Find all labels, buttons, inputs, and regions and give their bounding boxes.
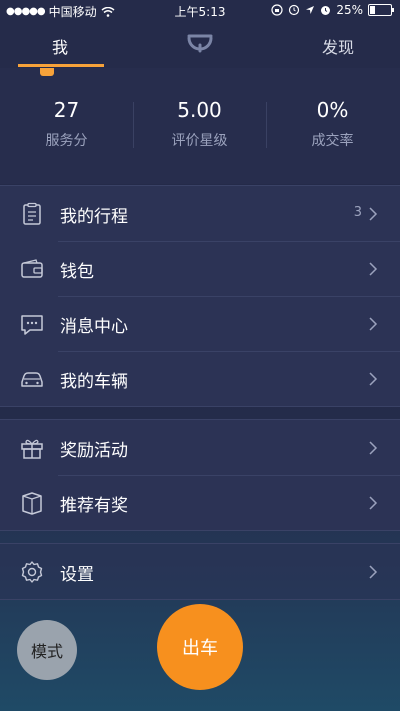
menu-item-label: 设置 [60, 565, 94, 585]
tab-me[interactable]: 我 [20, 34, 100, 58]
status-bar: ●●●●● 中国移动 上午5:13 25% [0, 0, 400, 22]
wallet-icon [21, 259, 43, 278]
lock-rotation-icon [271, 4, 283, 16]
menu-item-rewards[interactable]: 奖励活动 [0, 420, 400, 475]
chevron-right-icon [369, 496, 378, 510]
menu-item-referral[interactable]: 推荐有奖 [0, 475, 400, 530]
app-logo-icon[interactable] [186, 32, 214, 56]
stat-value: 5.00 [177, 98, 222, 122]
stat-label: 成交率 [311, 133, 354, 149]
stat-service-score[interactable]: 27 服务分 [0, 98, 133, 150]
gift-icon [21, 439, 43, 459]
menu-item-label: 我的行程 [60, 207, 128, 227]
car-icon [21, 372, 43, 387]
chevron-right-icon [369, 441, 378, 455]
alarm-icon [289, 4, 300, 16]
battery-percent: 25% [336, 3, 363, 17]
location-arrow-icon [306, 6, 315, 14]
menu-group-settings: 设置 [0, 543, 400, 600]
menu-item-label: 奖励活动 [60, 441, 128, 461]
active-tab-indicator [18, 64, 104, 67]
stats-panel: 27 服务分 5.00 评价星级 0% 成交率 [0, 68, 400, 184]
stat-value: 27 [53, 98, 80, 122]
menu-item-message-center[interactable]: 消息中心 [0, 296, 400, 351]
battery-fill [370, 6, 375, 14]
menu-item-label: 钱包 [60, 262, 94, 282]
box-icon [22, 492, 42, 515]
message-icon [21, 315, 43, 335]
start-driving-button[interactable]: 出车 [157, 604, 243, 690]
stat-rating[interactable]: 5.00 评价星级 [133, 98, 266, 150]
menu-item-settings[interactable]: 设置 [0, 544, 400, 599]
status-right: 25% [271, 3, 394, 17]
chevron-right-icon [369, 207, 378, 221]
chevron-right-icon [369, 317, 378, 331]
gear-icon [21, 561, 43, 583]
menu-item-wallet[interactable]: 钱包 [0, 241, 400, 296]
trip-count-badge: 3 [353, 205, 362, 220]
stat-label: 评价星级 [171, 133, 228, 149]
chevron-right-icon [369, 565, 378, 579]
chevron-right-icon [369, 262, 378, 276]
top-nav: 我 发现 [0, 22, 400, 68]
menu-item-my-vehicle[interactable]: 我的车辆 [0, 351, 400, 406]
menu-group-main: 我的行程 3 钱包 消息中心 我的车辆 [0, 185, 400, 407]
avatar-badge [40, 68, 54, 76]
tab-discover[interactable]: 发现 [322, 34, 354, 58]
menu-item-label: 消息中心 [60, 317, 128, 337]
clipboard-icon [23, 202, 41, 225]
stat-deal-rate[interactable]: 0% 成交率 [266, 98, 399, 150]
battery-icon [368, 4, 394, 16]
menu-group-rewards: 奖励活动 推荐有奖 [0, 419, 400, 531]
mode-button[interactable]: 模式 [17, 620, 77, 680]
stat-label: 服务分 [45, 133, 88, 149]
stat-value: 0% [316, 98, 349, 122]
menu-item-label: 我的车辆 [60, 372, 128, 392]
chevron-right-icon [369, 372, 378, 386]
menu-item-label: 推荐有奖 [60, 496, 128, 516]
menu-item-my-trips[interactable]: 我的行程 3 [0, 186, 400, 241]
timer-icon [321, 5, 331, 15]
